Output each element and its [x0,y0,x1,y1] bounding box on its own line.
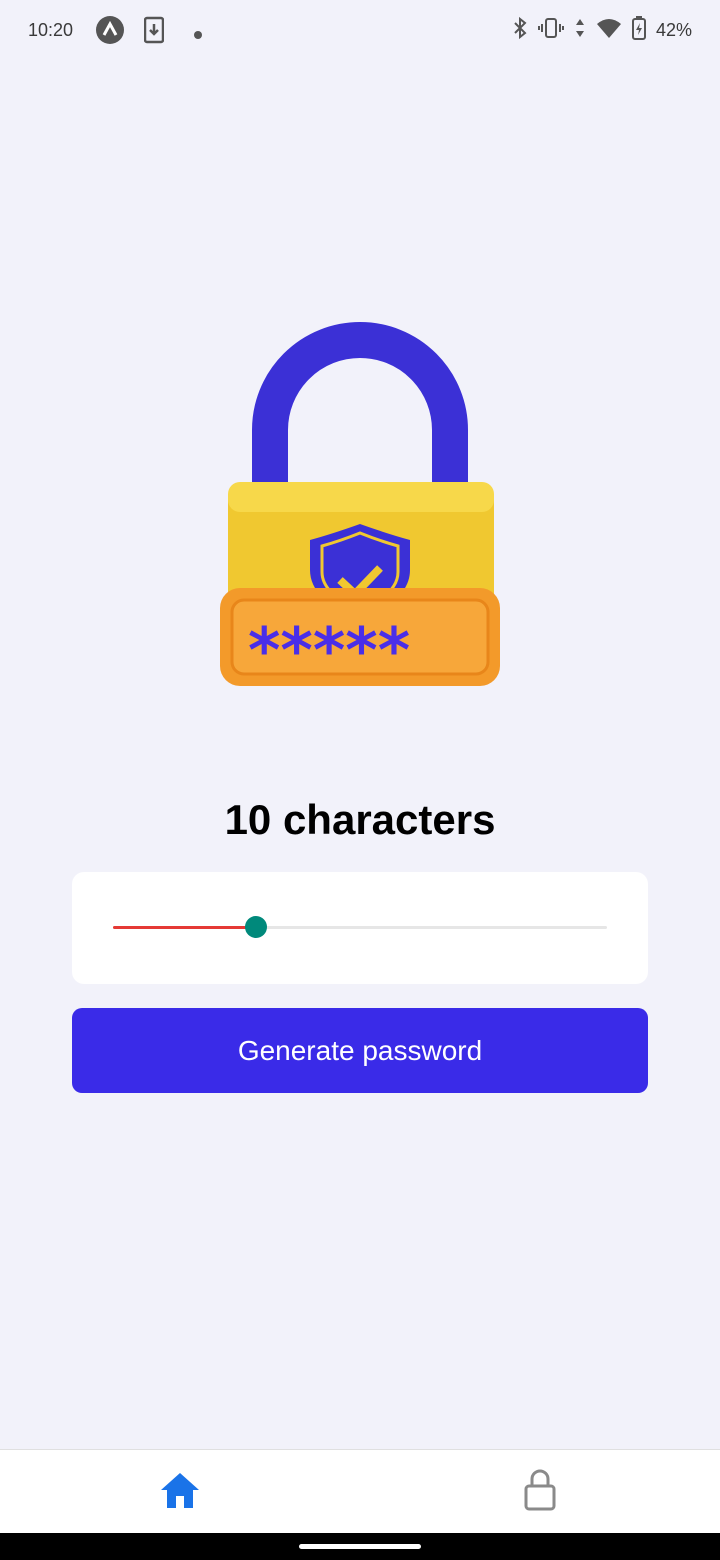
wifi-icon [596,16,622,45]
bluetooth-icon [512,16,528,45]
length-label: 10 characters [224,796,496,843]
status-bar: 10:20 42% [0,0,720,62]
slider-thumb[interactable] [245,916,267,938]
length-slider[interactable] [113,926,607,929]
system-nav-bar [0,1533,720,1560]
lock-icon [523,1468,557,1517]
svg-text:*****: ***** [248,614,410,687]
data-arrows-icon [574,16,586,45]
padlock-password-icon: ***** [210,320,510,700]
status-right: 42% [512,16,692,45]
app-a-icon [96,16,124,49]
home-icon [159,1470,201,1515]
download-icon [143,16,165,49]
battery-percent: 42% [655,20,692,40]
home-gesture-handle[interactable] [299,1544,421,1549]
dot-icon [193,24,203,45]
tab-bar [0,1449,720,1534]
slider-fill [113,926,256,929]
vibrate-icon [537,16,564,45]
tab-lock[interactable] [360,1450,720,1534]
length-slider-card [72,872,648,984]
battery-charging-icon [631,16,646,45]
status-time: 10:20 [28,20,74,40]
generate-password-button[interactable]: Generate password [72,1008,648,1093]
tab-home[interactable] [0,1450,360,1534]
